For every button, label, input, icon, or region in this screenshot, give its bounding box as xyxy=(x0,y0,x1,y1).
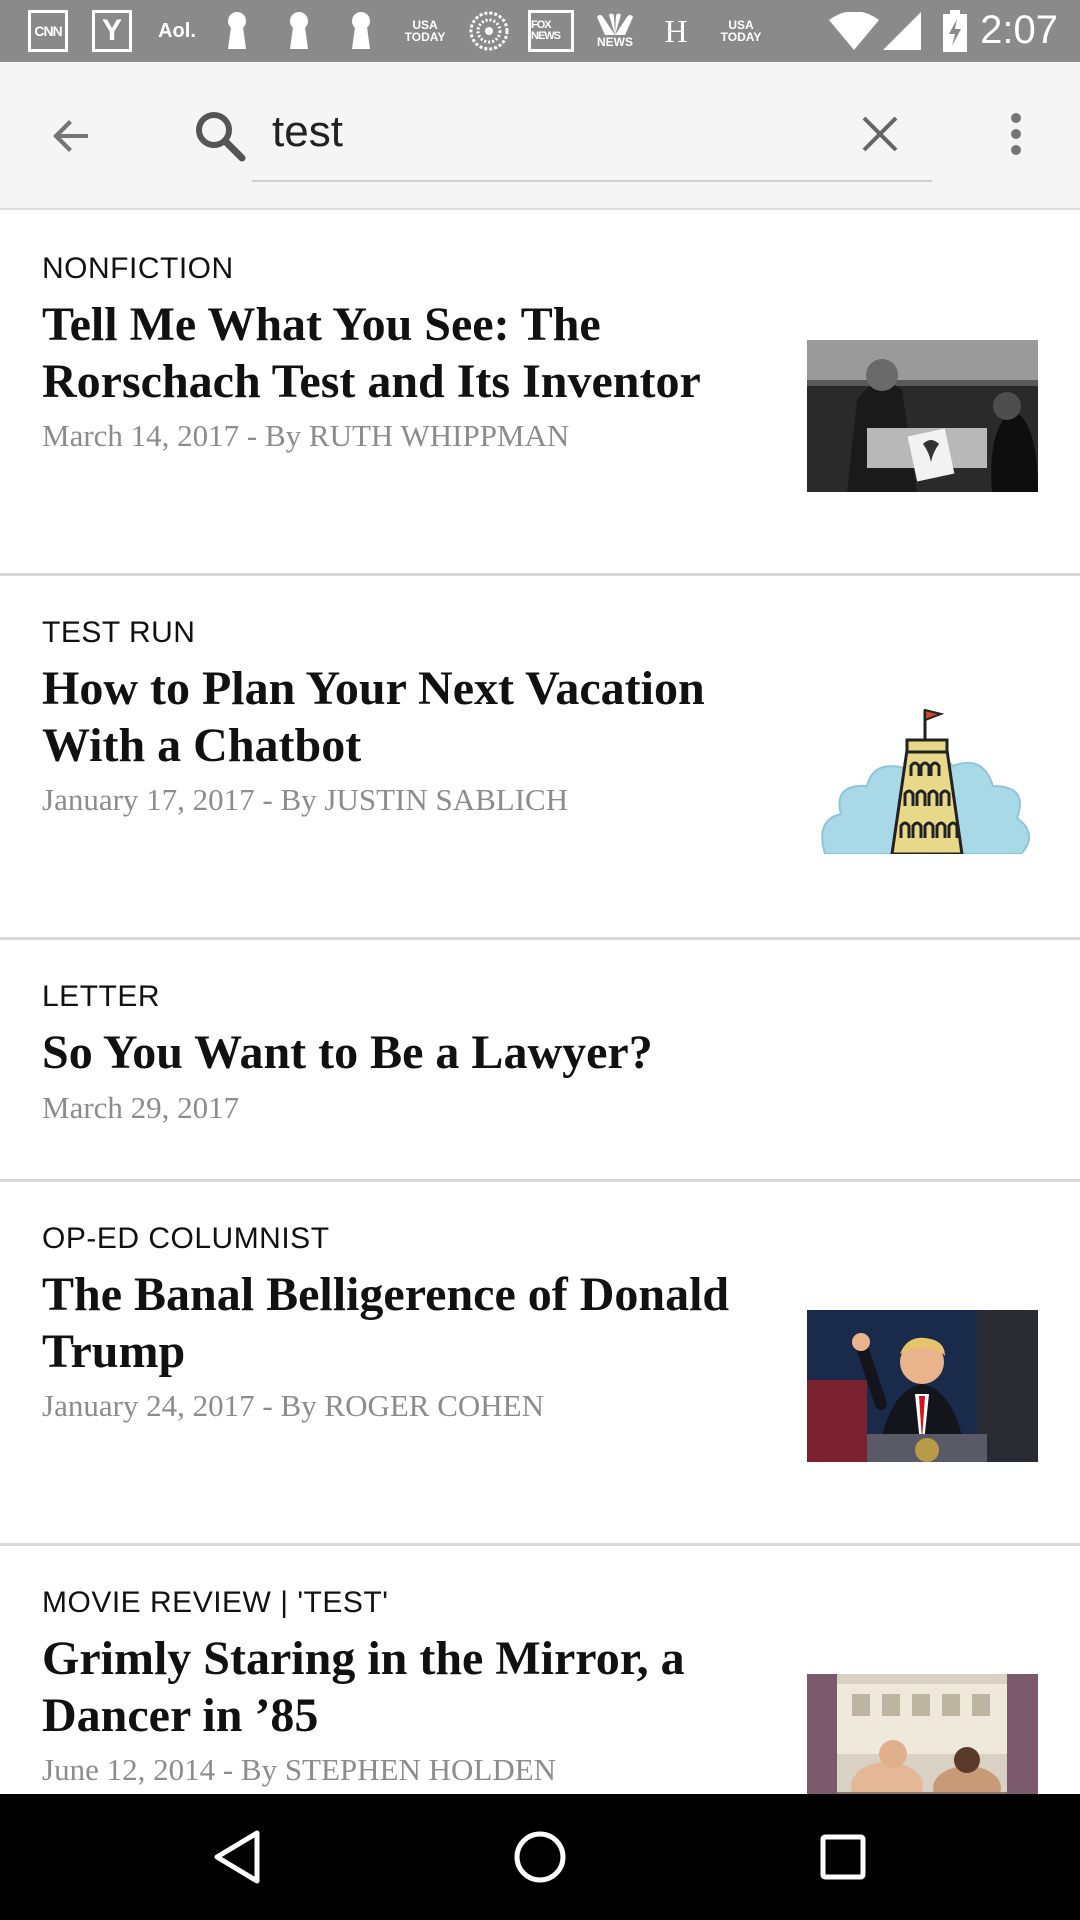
result-thumbnail xyxy=(807,1674,1038,1794)
more-vert-icon xyxy=(1011,113,1021,155)
nav-back-icon xyxy=(214,1830,260,1884)
result-byline: June 12, 2014 - By STEPHEN HOLDEN xyxy=(42,1752,557,1787)
result-kicker: LETTER xyxy=(42,980,161,1013)
close-icon xyxy=(862,116,898,152)
search-input[interactable] xyxy=(272,102,812,162)
usa-today-icon: USA TODAY xyxy=(716,10,766,52)
result-headline: How to Plan Your Next Vacation With a Ch… xyxy=(42,662,705,772)
fox-news-icon-label: FOX NEWS xyxy=(531,19,561,42)
result-byline: January 24, 2017 - By ROGER COHEN xyxy=(42,1388,544,1423)
more-options-button[interactable] xyxy=(988,102,1044,166)
keyhole-icon xyxy=(286,10,312,52)
nav-back-button[interactable] xyxy=(202,1822,272,1892)
nbc-news-icon: NEWS xyxy=(590,10,640,52)
search-result-item[interactable]: OP-ED COLUMNIST The Banal Belligerence o… xyxy=(0,1182,1080,1546)
cnn-icon-label: CNN xyxy=(34,23,62,39)
result-byline: March 29, 2017 xyxy=(42,1090,240,1125)
back-button[interactable] xyxy=(40,104,104,168)
result-headline: So You Want to Be a Lawyer? xyxy=(42,1026,653,1079)
huffpost-icon: H xyxy=(660,10,692,52)
aol-icon-label: Aol. xyxy=(158,19,196,42)
result-byline: January 17, 2017 - By JUSTIN SABLICH xyxy=(42,782,569,817)
result-headline: Grimly Staring in the Mirror, a Dancer i… xyxy=(42,1632,685,1742)
battery-charging-icon xyxy=(940,10,970,52)
status-clock: 2:07 xyxy=(980,8,1058,52)
result-thumbnail xyxy=(807,702,1038,854)
result-kicker: TEST RUN xyxy=(42,616,196,649)
result-kicker: OP-ED COLUMNIST xyxy=(42,1222,330,1255)
fox-news-icon: FOX NEWS xyxy=(528,10,574,52)
huffpost-icon-label: H xyxy=(664,12,688,49)
yahoo-icon: Y xyxy=(92,10,132,52)
result-thumbnail xyxy=(807,340,1038,492)
back-arrow-icon xyxy=(53,120,88,152)
nav-recents-icon xyxy=(820,1834,866,1880)
search-results-list: NONFICTION Tell Me What You See: The Ror… xyxy=(0,212,1080,1794)
result-byline: March 14, 2017 - By RUTH WHIPPMAN xyxy=(42,418,570,453)
search-result-item[interactable]: MOVIE REVIEW | 'TEST' Grimly Staring in … xyxy=(0,1546,1080,1794)
ring-icon xyxy=(466,10,512,52)
nav-recents-button[interactable] xyxy=(808,1822,878,1892)
usa-today-icon: USA TODAY xyxy=(400,10,450,52)
aol-icon: Aol. xyxy=(152,10,202,52)
result-headline: The Banal Belligerence of Donald Trump xyxy=(42,1268,730,1378)
usa-today-icon-label: USA TODAY xyxy=(404,18,446,44)
wifi-icon xyxy=(828,10,880,52)
system-navigation-bar xyxy=(0,1794,1080,1920)
status-bar: CNN Y Aol. USA TODAY FOX NEWS NEWS H USA… xyxy=(0,0,1080,62)
signal-icon xyxy=(882,10,922,52)
result-kicker: NONFICTION xyxy=(42,252,234,285)
usa-today-icon-label: USA TODAY xyxy=(720,18,762,44)
search-result-item[interactable]: NONFICTION Tell Me What You See: The Ror… xyxy=(0,212,1080,576)
nav-home-button[interactable] xyxy=(505,1822,575,1892)
keyhole-icon xyxy=(224,10,250,52)
cnn-icon: CNN xyxy=(28,10,68,52)
search-app-bar xyxy=(0,62,1080,210)
search-underline xyxy=(252,180,932,182)
search-result-item[interactable]: LETTER So You Want to Be a Lawyer? March… xyxy=(0,940,1080,1182)
nbc-news-icon-label: NEWS xyxy=(597,35,633,49)
search-icon xyxy=(196,112,246,162)
nav-home-icon xyxy=(514,1831,566,1883)
keyhole-icon xyxy=(348,10,374,52)
yahoo-icon-label: Y xyxy=(101,14,122,47)
result-thumbnail xyxy=(807,1310,1038,1462)
result-headline: Tell Me What You See: The Rorschach Test… xyxy=(42,298,701,408)
result-kicker: MOVIE REVIEW | 'TEST' xyxy=(42,1586,389,1619)
search-result-item[interactable]: TEST RUN How to Plan Your Next Vacation … xyxy=(0,576,1080,940)
clear-search-button[interactable] xyxy=(848,102,912,166)
